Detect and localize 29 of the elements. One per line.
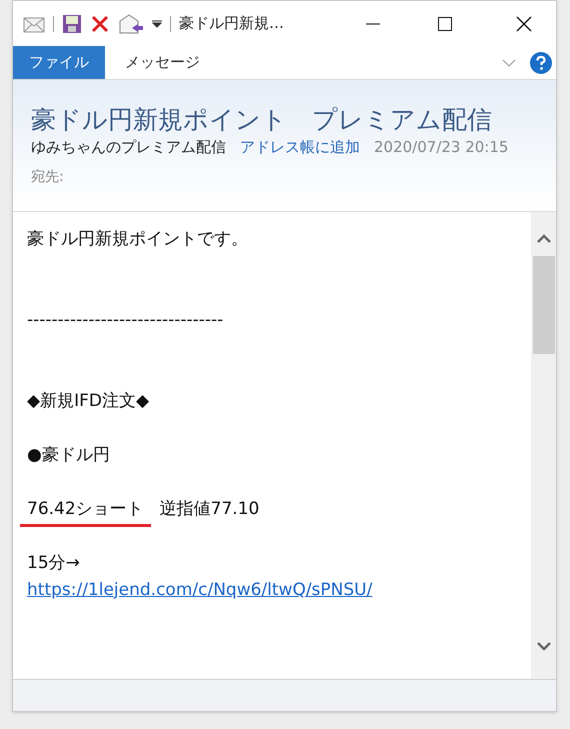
message-date: 2020/07/23 20:15: [374, 137, 508, 158]
message-subject: 豪ドル円新規ポイント プレミアム配信: [31, 104, 493, 136]
ribbon-tab[interactable]: ファイル: [13, 46, 105, 79]
body-text: --------------------------------: [27, 308, 224, 332]
scroll-down-icon[interactable]: [536, 641, 552, 651]
body-text: 76.42ショート: [20, 496, 151, 528]
add-contact-link[interactable]: アドレス帳に追加: [240, 136, 360, 158]
body-text: ◆新規IFD注文◆: [27, 390, 150, 413]
scrollbar[interactable]: [531, 212, 556, 679]
chevron-down-icon[interactable]: [502, 58, 516, 66]
body-text: 15分→: [27, 552, 80, 575]
help-icon[interactable]: [530, 52, 552, 74]
body-text: ●豪ドル円: [27, 444, 110, 467]
body-text: 豪ドル円新規ポイントです。: [27, 228, 248, 251]
url-link[interactable]: https://1lejend.com/c/Nqw6/ltwQ/sPNSU/: [27, 578, 372, 604]
dropdown-arrow-icon[interactable]: [152, 20, 162, 28]
delete-icon[interactable]: [90, 14, 110, 34]
envelope-icon[interactable]: [23, 14, 45, 32]
sender-name: ゆみちゃんのプレミアム配信: [31, 137, 226, 158]
ribbon-tab[interactable]: メッセージ: [105, 46, 220, 79]
close-icon[interactable]: [516, 16, 532, 32]
body-text: 逆指値77.10: [160, 498, 260, 521]
save-icon[interactable]: [62, 14, 82, 34]
window-title: 豪ドル円新規…: [179, 13, 284, 34]
scroll-thumb[interactable]: [532, 256, 554, 354]
scroll-up-icon[interactable]: [536, 234, 552, 244]
maximize-icon[interactable]: [438, 16, 452, 30]
reply-envelope-icon[interactable]: [118, 12, 144, 34]
to-label: 宛先:: [31, 168, 65, 186]
